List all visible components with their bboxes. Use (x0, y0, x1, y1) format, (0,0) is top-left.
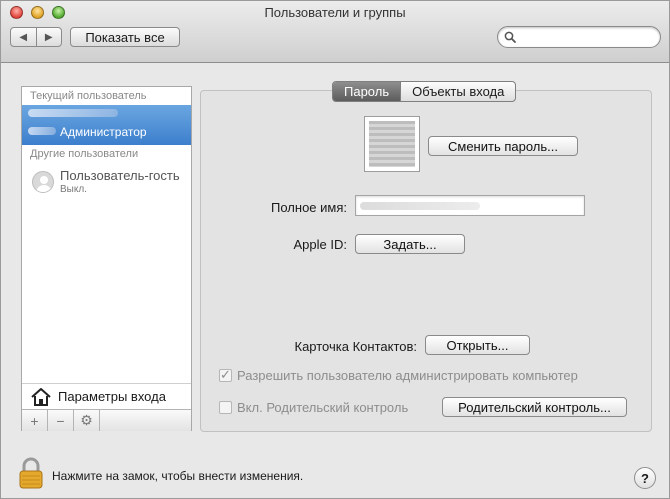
remove-user-button[interactable]: − (48, 410, 74, 431)
title-toolbar: Пользователи и группы ◀ ▶ Показать все (1, 1, 669, 63)
back-arrow-icon: ◀ (19, 31, 28, 43)
users-sidebar: Текущий пользователь Администратор Други… (21, 86, 192, 431)
parental-controls-button[interactable]: Родительский контроль... (442, 397, 627, 417)
forward-arrow-icon: ▶ (44, 31, 53, 43)
user-picture-image (369, 121, 415, 167)
tab-login-items[interactable]: Объекты входа (400, 82, 515, 101)
user-picture[interactable] (364, 116, 420, 172)
apple-id-label: Apple ID: (293, 237, 347, 252)
search-input[interactable] (520, 29, 654, 45)
sidebar-item-guest-user[interactable]: Пользователь-гость Выкл. (22, 163, 191, 201)
other-users-heading: Другие пользователи (30, 148, 139, 160)
blurred-full-name (360, 202, 480, 210)
lock-icon[interactable] (17, 457, 45, 489)
search-field[interactable] (497, 26, 661, 48)
gear-icon: ⚙ (80, 412, 93, 428)
full-name-field[interactable] (355, 195, 585, 216)
admin-role-label: Администратор (60, 125, 147, 139)
parental-controls-checkbox[interactable] (219, 401, 232, 414)
change-password-button[interactable]: Сменить пароль... (428, 136, 578, 156)
minus-icon: − (56, 412, 65, 429)
parental-controls-row: Вкл. Родительский контроль (219, 400, 408, 415)
blurred-avatar (28, 109, 118, 117)
lock-hint-text: Нажмите на замок, чтобы внести изменения… (52, 469, 304, 483)
current-user-heading: Текущий пользователь (30, 90, 147, 102)
login-options-item[interactable]: Параметры входа (22, 383, 191, 409)
set-apple-id-button[interactable]: Задать... (355, 234, 465, 254)
parental-controls-label: Вкл. Родительский контроль (237, 400, 409, 415)
window-title: Пользователи и группы (264, 5, 406, 20)
search-icon (504, 31, 516, 43)
full-name-label: Полное имя: (271, 200, 347, 215)
house-icon (31, 387, 51, 406)
sidebar-item-admin-user[interactable]: Администратор (22, 105, 191, 145)
blurred-username (28, 127, 56, 135)
login-options-label: Параметры входа (58, 389, 166, 404)
back-button[interactable]: ◀ (11, 28, 36, 46)
guest-user-status: Выкл. (60, 184, 87, 195)
plus-icon: + (30, 412, 39, 429)
tab-password[interactable]: Пароль (333, 82, 401, 101)
sidebar-action-bar: + − ⚙ (22, 409, 191, 431)
forward-button[interactable]: ▶ (35, 28, 62, 46)
contacts-card-label: Карточка Контактов: (294, 339, 418, 354)
question-mark-icon: ? (641, 470, 649, 486)
add-user-button[interactable]: + (22, 410, 48, 431)
open-contacts-button[interactable]: Открыть... (425, 335, 530, 355)
preferences-window: Пользователи и группы ◀ ▶ Показать все Т… (0, 0, 670, 499)
guest-avatar-icon (32, 171, 54, 193)
allow-admin-row: Разрешить пользователю администрировать … (219, 367, 578, 383)
guest-user-name: Пользователь-гость (60, 168, 180, 183)
pane-tabs: Пароль Объекты входа (332, 81, 517, 102)
action-menu-button[interactable]: ⚙ (74, 410, 100, 431)
back-forward-control: ◀ ▶ (10, 27, 62, 47)
allow-admin-checkbox[interactable] (219, 367, 232, 383)
help-button[interactable]: ? (634, 467, 656, 489)
allow-admin-label: Разрешить пользователю администрировать … (237, 368, 578, 383)
show-all-button[interactable]: Показать все (70, 27, 180, 47)
